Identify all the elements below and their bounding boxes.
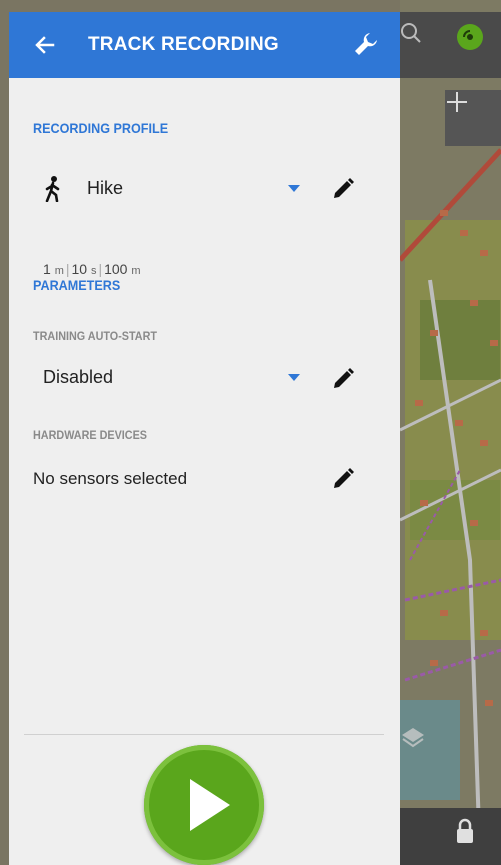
search-icon[interactable] <box>400 22 428 62</box>
training-autostart-label: TRAINING AUTO-START <box>33 329 157 343</box>
wrench-icon[interactable] <box>352 30 380 58</box>
stat-distance-unit: m <box>54 265 64 277</box>
track-recording-panel: TRACK RECORDING RECORDING PROFILE Hike 1… <box>9 12 400 865</box>
divider <box>24 734 384 735</box>
edit-hardware-icon[interactable] <box>331 467 355 491</box>
page-title: TRACK RECORDING <box>88 34 279 55</box>
app-bar: TRACK RECORDING <box>9 12 400 78</box>
hardware-devices-label: HARDWARE DEVICES <box>33 428 148 442</box>
edit-autostart-icon[interactable] <box>331 367 355 391</box>
gps-status-icon[interactable] <box>455 22 495 62</box>
stat-time-value: 10 <box>71 261 88 277</box>
zoom-in-button[interactable] <box>445 90 501 146</box>
arrow-left-icon[interactable] <box>33 33 57 57</box>
stat-distance-value: 1 <box>43 261 51 277</box>
hardware-devices-value: No sensors selected <box>33 469 188 488</box>
stat-accuracy-unit: m <box>131 265 141 277</box>
training-autostart-value: Disabled <box>43 367 114 387</box>
edit-profile-icon[interactable] <box>331 177 355 201</box>
start-recording-button[interactable] <box>144 745 264 865</box>
layers-icon[interactable] <box>400 725 440 765</box>
profile-stats: 1 m | 10 s | 100 m <box>43 261 141 277</box>
play-icon <box>190 779 230 831</box>
stat-time-unit: s <box>90 265 97 277</box>
hiker-icon <box>43 176 65 203</box>
recording-profile-title: RECORDING PROFILE <box>33 120 169 136</box>
lock-icon[interactable] <box>455 818 491 858</box>
chevron-down-icon[interactable] <box>288 374 300 381</box>
stat-accuracy-value: 100 <box>104 261 128 277</box>
parameters-title: PARAMETERS <box>33 277 121 293</box>
profile-name: Hike <box>87 178 124 198</box>
chevron-down-icon[interactable] <box>288 185 300 192</box>
